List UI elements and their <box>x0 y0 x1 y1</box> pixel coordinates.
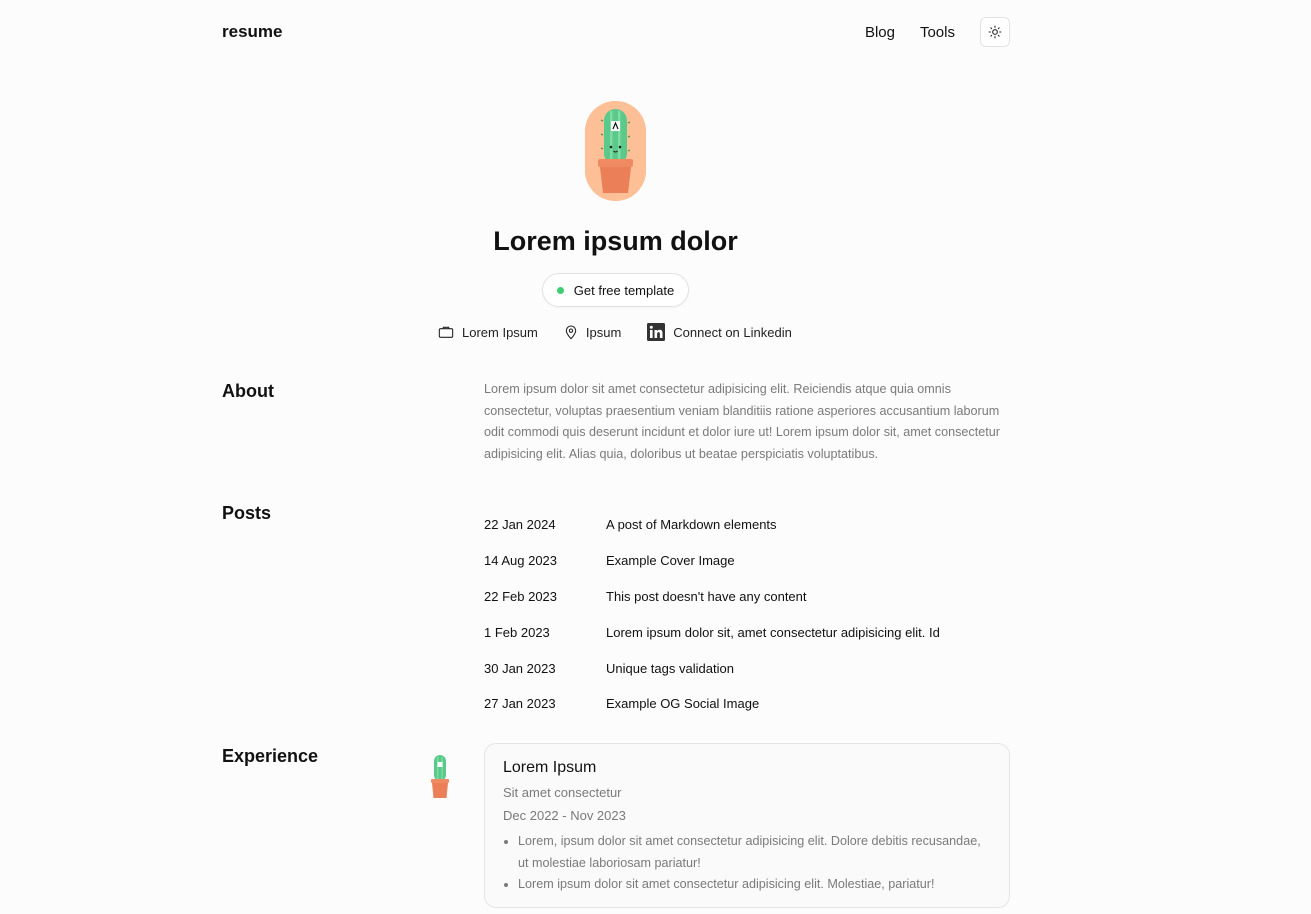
post-date: 22 Feb 2023 <box>484 588 558 604</box>
main-nav: Blog Tools <box>865 17 1010 47</box>
location-name: Ipsum <box>585 324 622 340</box>
get-template-label: Get free template <box>573 282 675 298</box>
experience-bullet: Lorem, ipsum dolor sit amet consectetur … <box>518 831 991 874</box>
post-link[interactable]: Lorem ipsum dolor sit, amet consectetur … <box>606 625 940 640</box>
posts-heading: Posts <box>222 503 272 523</box>
post-link[interactable]: A post of Markdown elements <box>606 517 777 532</box>
experience-heading: Experience <box>222 746 319 766</box>
post-date: 14 Aug 2023 <box>484 553 558 569</box>
linkedin-meta: Connect on Linkedin <box>647 323 792 341</box>
post-link[interactable]: Example Cover Image <box>606 553 735 568</box>
map-pin-icon <box>565 325 577 340</box>
experience-role: Sit amet consectetur <box>503 785 622 800</box>
experience-bullet: Lorem ipsum dolor sit amet consectetur a… <box>518 874 991 896</box>
cactus-avatar <box>585 101 646 201</box>
site-header: resume Blog Tools <box>222 17 1010 47</box>
post-link[interactable]: Unique tags validation <box>606 661 734 676</box>
post-date: 22 Jan 2024 <box>484 517 556 533</box>
about-text: Lorem ipsum dolor sit amet consectetur a… <box>484 382 1000 461</box>
experience-dates: Dec 2022 - Nov 2023 <box>503 808 626 823</box>
list-item: 30 Jan 2023 Unique tags validation <box>484 650 1010 686</box>
experience-company: Lorem Ipsum <box>503 759 597 776</box>
nav-link-blog[interactable]: Blog <box>865 24 895 41</box>
company-logo <box>428 754 452 800</box>
get-template-button[interactable]: Get free template <box>542 273 689 307</box>
post-link[interactable]: This post doesn't have any content <box>606 589 807 604</box>
location-meta: Ipsum <box>564 324 621 340</box>
company-name: Lorem Ipsum <box>462 324 538 340</box>
nav-link-tools[interactable]: Tools <box>920 24 955 41</box>
cactus-icon <box>431 755 449 798</box>
briefcase-icon <box>438 326 454 338</box>
post-link[interactable]: Example OG Social Image <box>606 696 759 711</box>
list-item: 22 Jan 2024 A post of Markdown elements <box>484 507 1010 543</box>
posts-list: 22 Jan 2024 A post of Markdown elements … <box>484 507 1010 722</box>
theme-toggle-button[interactable] <box>980 17 1010 47</box>
experience-bullets: Lorem, ipsum dolor sit amet consectetur … <box>503 831 991 896</box>
list-item: 1 Feb 2023 Lorem ipsum dolor sit, amet c… <box>484 614 1010 650</box>
profile-meta: Lorem Ipsum Ipsum Connect on Linkedin <box>438 322 818 342</box>
page-title: Lorem ipsum dolor <box>493 226 738 256</box>
company-meta: Lorem Ipsum <box>438 325 538 340</box>
linkedin-icon <box>647 323 666 341</box>
sun-icon <box>988 25 1002 39</box>
status-dot <box>556 286 564 294</box>
list-item: 22 Feb 2023 This post doesn't have any c… <box>484 579 1010 615</box>
avatar <box>585 101 646 201</box>
about-heading: About <box>222 381 274 401</box>
list-item: 27 Jan 2023 Example OG Social Image <box>484 686 1010 722</box>
post-date: 1 Feb 2023 <box>484 624 550 640</box>
post-date: 27 Jan 2023 <box>484 696 556 712</box>
list-item: 14 Aug 2023 Example Cover Image <box>484 543 1010 579</box>
linkedin-link[interactable]: Connect on Linkedin <box>673 325 792 340</box>
experience-card: Lorem Ipsum Sit amet consectetur Dec 202… <box>484 743 1010 908</box>
post-date: 30 Jan 2023 <box>484 660 556 676</box>
brand-link[interactable]: resume <box>222 22 282 42</box>
